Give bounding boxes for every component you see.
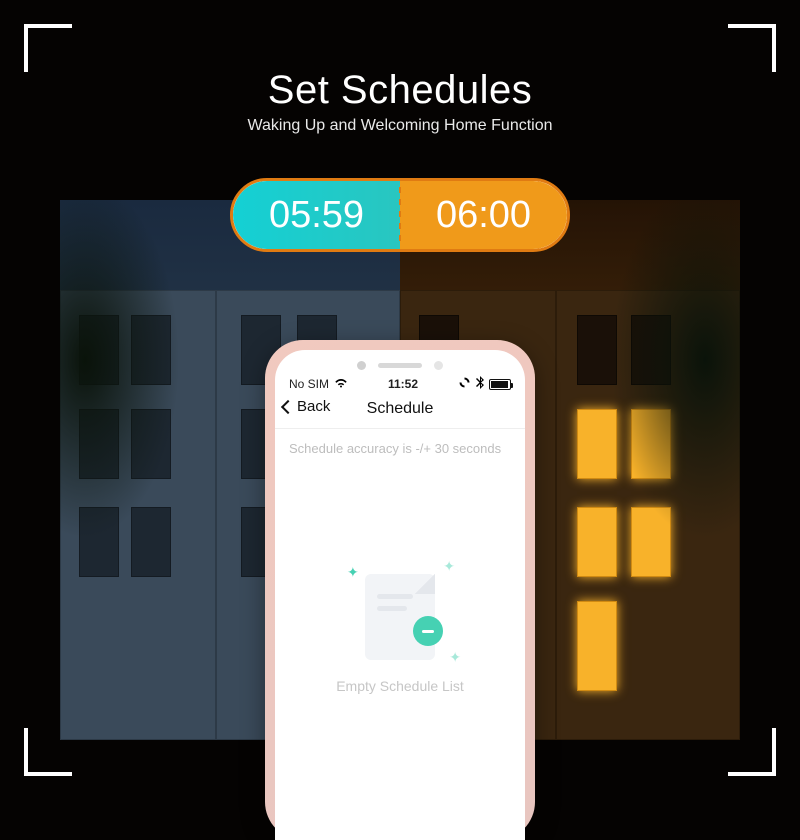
hero-subtitle: Waking Up and Welcoming Home Function bbox=[0, 117, 800, 135]
sync-icon bbox=[458, 376, 471, 392]
page-title: Schedule bbox=[367, 400, 434, 418]
carrier-label: No SIM bbox=[289, 377, 329, 391]
hero-title: Set Schedules bbox=[0, 68, 800, 113]
chevron-left-icon bbox=[281, 399, 295, 413]
back-label: Back bbox=[297, 398, 330, 415]
nav-bar: Back Schedule bbox=[275, 394, 525, 429]
empty-label: Empty Schedule List bbox=[336, 678, 464, 694]
back-button[interactable]: Back bbox=[283, 398, 330, 415]
time-pill: 05:59 06:00 bbox=[230, 178, 570, 252]
status-bar: No SIM 11:52 bbox=[275, 354, 525, 394]
battery-icon bbox=[489, 379, 511, 390]
time-before: 05:59 bbox=[233, 181, 400, 249]
hero-heading: Set Schedules Waking Up and Welcoming Ho… bbox=[0, 68, 800, 135]
bluetooth-icon bbox=[476, 376, 484, 392]
phone-mockup: No SIM 11:52 Back Schedule bbox=[265, 340, 535, 840]
phone-hardware bbox=[357, 361, 443, 370]
time-after: 06:00 bbox=[400, 181, 567, 249]
empty-schedule-icon: ✦✦✦ bbox=[365, 574, 435, 660]
wifi-icon bbox=[334, 377, 348, 391]
accuracy-hint: Schedule accuracy is -/+ 30 seconds bbox=[275, 429, 525, 468]
status-clock: 11:52 bbox=[388, 377, 418, 391]
empty-state: ✦✦✦ Empty Schedule List bbox=[275, 574, 525, 694]
